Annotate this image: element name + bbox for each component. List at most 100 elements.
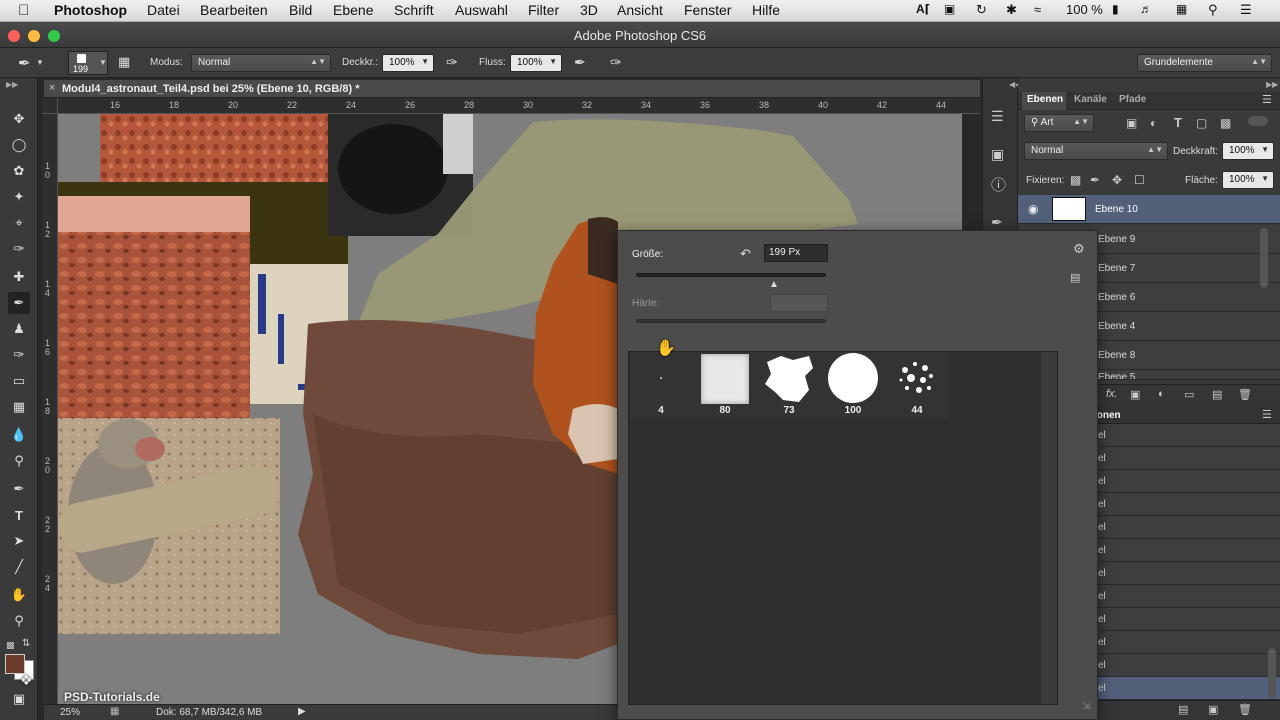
- popup-resize-grip-icon[interactable]: ⇲: [1082, 701, 1090, 712]
- history-item[interactable]: el: [1076, 516, 1280, 539]
- airbrush-icon[interactable]: ✒: [574, 54, 586, 71]
- collapse-tools-icon[interactable]: ▶▶: [6, 80, 18, 89]
- new-document-from-state-icon[interactable]: ▤: [1178, 703, 1188, 716]
- filter-type-icon[interactable]: T: [1174, 115, 1182, 130]
- tool-preset-dropdown-arrow-icon[interactable]: ▼: [36, 58, 44, 67]
- workspace-select[interactable]: Grundelemente ▲▼: [1137, 54, 1272, 72]
- history-item[interactable]: el: [1076, 631, 1280, 654]
- new-snapshot-icon[interactable]: ▣: [1208, 703, 1218, 716]
- dodge-tool-icon[interactable]: ⚲: [8, 450, 30, 472]
- menu-ebene[interactable]: Ebene: [333, 2, 373, 18]
- brush-preset-44[interactable]: 44: [885, 352, 949, 418]
- lock-pixels-icon[interactable]: ✒: [1090, 173, 1100, 187]
- brush-presets-icon[interactable]: ☰: [991, 108, 1004, 125]
- layer-opacity-input[interactable]: 100% ▼: [1222, 142, 1274, 160]
- settings-gear-icon[interactable]: ⚙: [1073, 241, 1085, 257]
- eyedropper-tool-icon[interactable]: ✑: [8, 238, 30, 260]
- opacity-input[interactable]: 100% ▼: [382, 54, 434, 72]
- brush-grid-scrollbar[interactable]: [1041, 352, 1057, 704]
- filter-smart-object-icon[interactable]: ▩: [1220, 116, 1231, 130]
- vertical-ruler[interactable]: 10 12 14 16 18 20 22 24: [42, 114, 58, 704]
- blur-tool-icon[interactable]: 💧: [8, 424, 30, 446]
- healing-brush-tool-icon[interactable]: ✚: [8, 266, 30, 288]
- filter-adjustment-icon[interactable]: ◐: [1150, 116, 1157, 130]
- info-icon[interactable]: ⓘ: [991, 174, 1006, 195]
- menu-ansicht[interactable]: Ansicht: [617, 2, 663, 18]
- menu-3d[interactable]: 3D: [580, 2, 598, 18]
- adjustments-icon[interactable]: ▣: [991, 146, 1004, 163]
- delete-layer-icon[interactable]: 🗑: [1238, 388, 1252, 401]
- history-item[interactable]: el: [1076, 654, 1280, 677]
- new-layer-icon[interactable]: ▤: [1212, 388, 1222, 401]
- brush-panel-icon[interactable]: ✒: [991, 214, 1003, 231]
- brush-preset-100[interactable]: 100: [821, 352, 885, 418]
- mode-select[interactable]: Normal ▲▼: [191, 54, 331, 72]
- menu-auswahl[interactable]: Auswahl: [455, 2, 508, 18]
- calendar-icon[interactable]: ▦: [1176, 2, 1187, 16]
- move-tool-icon[interactable]: ✥: [8, 108, 30, 130]
- history-item[interactable]: el: [1076, 585, 1280, 608]
- pressure-opacity-icon[interactable]: ✑: [446, 54, 458, 71]
- lock-transparency-icon[interactable]: ▩: [1070, 173, 1081, 187]
- default-colors-icon[interactable]: ▩: [6, 640, 15, 651]
- magic-wand-tool-icon[interactable]: ✦: [8, 186, 30, 208]
- volume-icon[interactable]: ♬: [1140, 2, 1152, 16]
- layer-visibility-eye-icon[interactable]: ◉: [1028, 202, 1038, 216]
- time-machine-icon[interactable]: ↻: [976, 2, 987, 18]
- menu-fenster[interactable]: Fenster: [684, 2, 731, 18]
- flow-input[interactable]: 100% ▼: [510, 54, 562, 72]
- history-scrollbar[interactable]: [1268, 648, 1276, 698]
- brush-preset-4[interactable]: 4: [629, 352, 693, 418]
- menu-bild[interactable]: Bild: [289, 2, 312, 18]
- bluetooth-icon[interactable]: ✱: [1006, 2, 1017, 18]
- layer-blend-mode-select[interactable]: Normal ▲▼: [1024, 142, 1168, 160]
- menu-app[interactable]: Photoshop: [54, 2, 127, 18]
- filter-toggle[interactable]: [1248, 116, 1268, 126]
- zoom-level[interactable]: 25%: [60, 707, 80, 718]
- layer-filter-select[interactable]: ⚲ Art ▲▼: [1024, 114, 1094, 132]
- layers-scrollbar[interactable]: [1260, 228, 1268, 288]
- brush-preset-picker[interactable]: 199 ▼: [68, 51, 108, 75]
- panel-menu-icon[interactable]: ☰: [1262, 93, 1272, 106]
- brush-tool-icon[interactable]: ✒: [8, 292, 30, 314]
- stamp-tool-icon[interactable]: ♟: [8, 318, 30, 340]
- horizontal-ruler[interactable]: 16 18 20 22 24 26 28 30 32 34 36 38 40 42 44: [58, 98, 980, 114]
- brush-preset-80[interactable]: 80: [693, 352, 757, 418]
- status-export-icon[interactable]: ▦: [110, 706, 119, 717]
- layer-style-fx-icon[interactable]: fx.: [1106, 388, 1118, 400]
- hand-tool-icon[interactable]: ✋: [8, 584, 30, 606]
- reset-size-icon[interactable]: ↶: [740, 246, 751, 262]
- size-slider-track[interactable]: ▲: [636, 273, 826, 290]
- foreground-color-swatch[interactable]: [5, 654, 25, 674]
- apple-icon[interactable]: : [18, 2, 29, 19]
- eraser-tool-icon[interactable]: ▭: [8, 370, 30, 392]
- history-item[interactable]: el: [1076, 539, 1280, 562]
- status-menu-arrow-icon[interactable]: ▶: [298, 706, 306, 717]
- menu-datei[interactable]: Datei: [147, 2, 180, 18]
- history-item[interactable]: el: [1076, 424, 1280, 447]
- wifi-icon[interactable]: ≈: [1034, 2, 1041, 17]
- tab-history-partial[interactable]: ionen: [1094, 410, 1121, 421]
- brush-panel-toggle-icon[interactable]: ▦: [118, 54, 130, 70]
- pen-tool-icon[interactable]: ✒: [8, 478, 30, 500]
- menu-filter[interactable]: Filter: [528, 2, 559, 18]
- menu-bearbeiten[interactable]: Bearbeiten: [200, 2, 268, 18]
- history-menu-icon[interactable]: ☰: [1262, 408, 1272, 421]
- spotlight-search-icon[interactable]: ⚲: [1208, 2, 1218, 18]
- history-item[interactable]: el: [1076, 562, 1280, 585]
- new-preset-icon[interactable]: ▤: [1070, 271, 1080, 284]
- brush-preset-73[interactable]: 73: [757, 352, 821, 418]
- filter-shape-icon[interactable]: ▢: [1196, 116, 1207, 130]
- crop-tool-icon[interactable]: ⌖: [8, 212, 30, 234]
- lasso-tool-icon[interactable]: ✿: [8, 160, 30, 182]
- gradient-tool-icon[interactable]: ▦: [8, 396, 30, 418]
- delete-state-icon[interactable]: 🗑: [1238, 703, 1252, 716]
- lock-position-icon[interactable]: ✥: [1112, 173, 1122, 187]
- camera-icon[interactable]: ▣: [944, 2, 955, 16]
- size-input[interactable]: 199 Px: [764, 244, 828, 262]
- ruler-corner[interactable]: [42, 98, 58, 114]
- brush-tool-preset-icon[interactable]: ✒: [18, 54, 31, 72]
- size-slider-thumb[interactable]: ▲: [769, 279, 779, 290]
- zoom-tool-icon[interactable]: ⚲: [8, 610, 30, 632]
- type-tool-icon[interactable]: T: [8, 504, 30, 526]
